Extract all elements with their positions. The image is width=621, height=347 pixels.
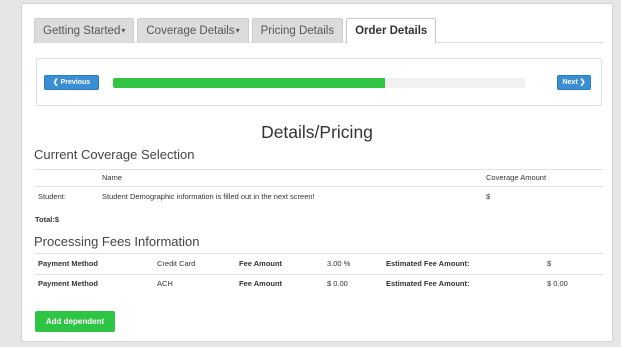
progress-panel: ❮ Previous Next ❯ <box>36 58 602 106</box>
payment-method-value: Credit Card <box>157 259 196 268</box>
table-divider <box>34 274 603 275</box>
caret-down-icon: ▾ <box>235 26 240 35</box>
tab-label: Getting Started <box>43 25 121 37</box>
estimated-fee-value: $ 0.00 <box>547 279 568 288</box>
table-divider <box>34 186 603 187</box>
caret-down-icon: ▾ <box>121 26 126 35</box>
tab-pricing-details[interactable]: Pricing Details <box>251 18 344 43</box>
student-label: Student: <box>38 192 66 201</box>
table-divider <box>34 169 603 170</box>
tab-label: Order Details <box>355 25 428 37</box>
add-dependent-button[interactable]: Add dependent <box>35 311 115 332</box>
next-label: Next <box>562 79 578 86</box>
fees-section-title: Processing Fees Information <box>34 234 200 249</box>
fee-amount-value: 3.00 % <box>327 259 351 268</box>
previous-button[interactable]: ❮ Previous <box>44 75 99 90</box>
tab-order-details[interactable]: Order Details <box>346 18 437 44</box>
column-header-name: Name <box>102 173 123 182</box>
next-button[interactable]: Next ❯ <box>557 75 591 90</box>
payment-method-value: ACH <box>157 279 173 288</box>
page-title: Details/Pricing <box>261 122 373 142</box>
tab-label: Coverage Details <box>146 25 235 37</box>
estimated-fee-value: $ <box>547 259 552 268</box>
payment-method-label: Payment Method <box>38 259 99 268</box>
tab-coverage-details[interactable]: Coverage Details▾ <box>137 18 249 43</box>
tab-getting-started[interactable]: Getting Started▾ <box>34 18 135 43</box>
total-value: Total:$ <box>35 215 60 224</box>
chevron-right-icon: ❯ <box>579 79 586 86</box>
tab-label: Pricing Details <box>260 25 335 37</box>
order-page: Getting Started▾ Coverage Details▾ Prici… <box>21 3 613 342</box>
coverage-amount-value: $ <box>486 192 491 201</box>
fee-amount-label: Fee Amount <box>239 279 283 288</box>
estimated-fee-label: Estimated Fee Amount: <box>386 279 470 288</box>
coverage-section-title: Current Coverage Selection <box>34 147 195 162</box>
column-header-coverage-amount: Coverage Amount <box>486 173 547 182</box>
payment-method-label: Payment Method <box>38 279 99 288</box>
fee-amount-label: Fee Amount <box>239 259 283 268</box>
progress-bar-fill <box>113 78 385 88</box>
fee-amount-value: $ 0.00 <box>327 279 348 288</box>
previous-label: Previous <box>60 79 91 86</box>
estimated-fee-label: Estimated Fee Amount: <box>386 259 470 268</box>
chevron-left-icon: ❮ <box>52 79 59 86</box>
wizard-tabs: Getting Started▾ Coverage Details▾ Prici… <box>34 18 603 44</box>
table-divider <box>34 253 603 254</box>
student-name: Student Demographic information is fille… <box>102 192 315 201</box>
progress-bar <box>113 78 525 88</box>
